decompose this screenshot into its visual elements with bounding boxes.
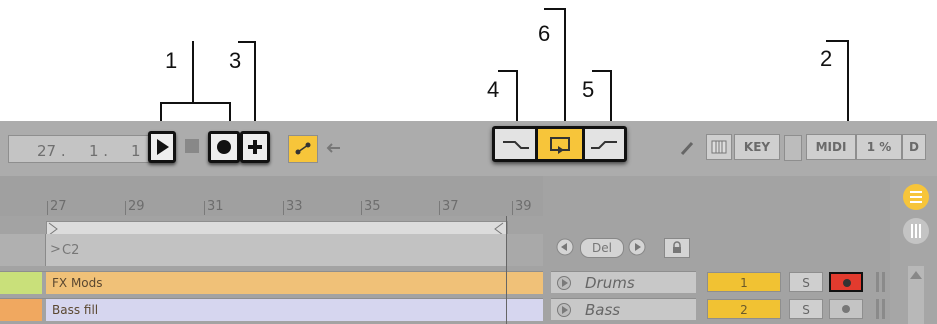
track-activator[interactable]: 2 <box>707 299 781 319</box>
scene-controls: Del <box>556 235 706 259</box>
clip-region[interactable] <box>46 272 543 294</box>
cpu-meter: 1 % <box>856 134 902 160</box>
arrow-left-circle-icon[interactable] <box>556 238 576 258</box>
play-clip-icon[interactable] <box>557 276 571 290</box>
lock-icon <box>673 241 681 253</box>
ruler-tick: 27 <box>50 199 67 214</box>
delete-button[interactable]: Del <box>580 238 624 258</box>
loop-icon <box>550 137 570 154</box>
automation-icon <box>295 142 311 155</box>
track-grip[interactable] <box>876 272 886 292</box>
clip-lane[interactable]: > C2 <box>0 234 543 266</box>
record-button[interactable] <box>208 131 240 163</box>
callout-1-number: 1 <box>165 48 178 73</box>
clip-note-label: C2 <box>62 243 80 258</box>
callout-1-leader <box>192 41 194 103</box>
callout-3-number: 3 <box>229 48 242 73</box>
pencil-icon <box>680 141 694 156</box>
stop-button[interactable] <box>185 139 199 153</box>
ruler-tick: 35 <box>364 199 381 214</box>
scroll-up-icon[interactable] <box>908 269 924 281</box>
play-icon <box>157 139 169 155</box>
callout-2-number: 2 <box>820 46 833 71</box>
scrollbar[interactable] <box>908 266 924 324</box>
side-panel <box>890 176 937 324</box>
loop-punch-group <box>492 126 627 162</box>
position-sixteenths: 1 <box>131 142 141 160</box>
plus-icon <box>248 140 262 154</box>
beat-time-ruler[interactable]: 27 29 31 33 35 37 39 <box>0 176 543 216</box>
play-button[interactable] <box>148 131 176 163</box>
track-row[interactable]: FX Mods <box>0 271 543 294</box>
ruler-tick: 31 <box>207 199 224 214</box>
callout-5-leader-top <box>592 70 612 72</box>
track-grip[interactable] <box>876 299 886 319</box>
callout-6-number: 6 <box>538 21 551 46</box>
callout-1-bracket <box>160 102 231 104</box>
browser-icon[interactable] <box>901 182 931 212</box>
track-row[interactable]: Bass fill <box>0 298 543 321</box>
record-arm-icon <box>842 305 850 313</box>
record-icon <box>217 140 231 154</box>
track-name: Bass <box>585 301 621 319</box>
re-enable-automation-button[interactable] <box>322 135 344 161</box>
key-indicator <box>784 135 802 161</box>
callout-4-leader-top <box>498 70 517 72</box>
solo-button[interactable]: S <box>789 272 823 292</box>
overview-icon[interactable] <box>901 216 931 246</box>
arm-recording-button[interactable] <box>829 272 863 292</box>
callout-2-leader-top <box>826 40 849 42</box>
track-activator[interactable]: 1 <box>707 272 781 292</box>
callout-4-number: 4 <box>487 77 500 102</box>
clip-region[interactable] <box>46 299 543 321</box>
position-beats: 1 . <box>89 142 109 160</box>
ruler-tick: 39 <box>515 199 532 214</box>
ruler-tick: 37 <box>442 199 459 214</box>
control-bar: 27 . 1 . 1 KEY MIDI 1 % D <box>0 121 937 176</box>
solo-button[interactable]: S <box>789 299 823 319</box>
arm-recording-button[interactable] <box>829 299 863 319</box>
clip-name: Bass fill <box>52 303 99 317</box>
clip-content[interactable]: > C2 <box>46 234 507 266</box>
piano-icon <box>711 140 727 154</box>
arrow-left-icon <box>326 143 340 153</box>
record-arm-icon <box>843 279 851 287</box>
loop-button[interactable] <box>538 129 582 159</box>
position-bars: 27 . <box>37 142 66 160</box>
callout-3-leader <box>254 41 256 130</box>
callout-4-leader <box>516 70 518 126</box>
callout-5-leader <box>610 70 612 126</box>
ruler-tick: 29 <box>128 199 145 214</box>
loop-end-line <box>506 216 507 324</box>
daw-window: 27 . 1 . 1 KEY MIDI 1 % D 27 29 31 33 35… <box>0 121 937 324</box>
callout-6-leader <box>564 8 566 126</box>
track-header-drums[interactable]: Drums <box>551 271 696 293</box>
punch-in-icon <box>503 141 529 149</box>
ruler-tick: 33 <box>286 199 303 214</box>
punch-in-button[interactable] <box>495 129 535 159</box>
key-map-button[interactable]: KEY <box>734 134 780 160</box>
track-header-bass[interactable]: Bass <box>551 298 696 320</box>
punch-out-icon <box>591 141 617 149</box>
clip-triangle: > <box>50 242 61 257</box>
midi-map-button[interactable]: MIDI <box>806 134 856 160</box>
punch-out-button[interactable] <box>585 129 624 159</box>
draw-mode-button[interactable] <box>676 135 698 161</box>
hard-disk-overload-indicator: D <box>902 134 926 160</box>
automation-arm-button[interactable] <box>288 135 318 163</box>
overdub-button[interactable] <box>240 131 270 163</box>
computer-keyboard-button[interactable] <box>706 134 732 160</box>
track-color-swatch <box>0 299 42 321</box>
callout-6-leader-top <box>544 8 566 10</box>
play-clip-icon[interactable] <box>557 303 571 317</box>
callout-5-number: 5 <box>582 77 595 102</box>
track-name: Drums <box>585 274 635 292</box>
clip-name: FX Mods <box>52 276 103 290</box>
arrangement-position-field[interactable]: 27 . 1 . 1 <box>8 135 150 163</box>
arrow-right-circle-icon[interactable] <box>628 238 648 258</box>
lock-button[interactable] <box>664 238 690 258</box>
track-color-swatch <box>0 272 42 294</box>
